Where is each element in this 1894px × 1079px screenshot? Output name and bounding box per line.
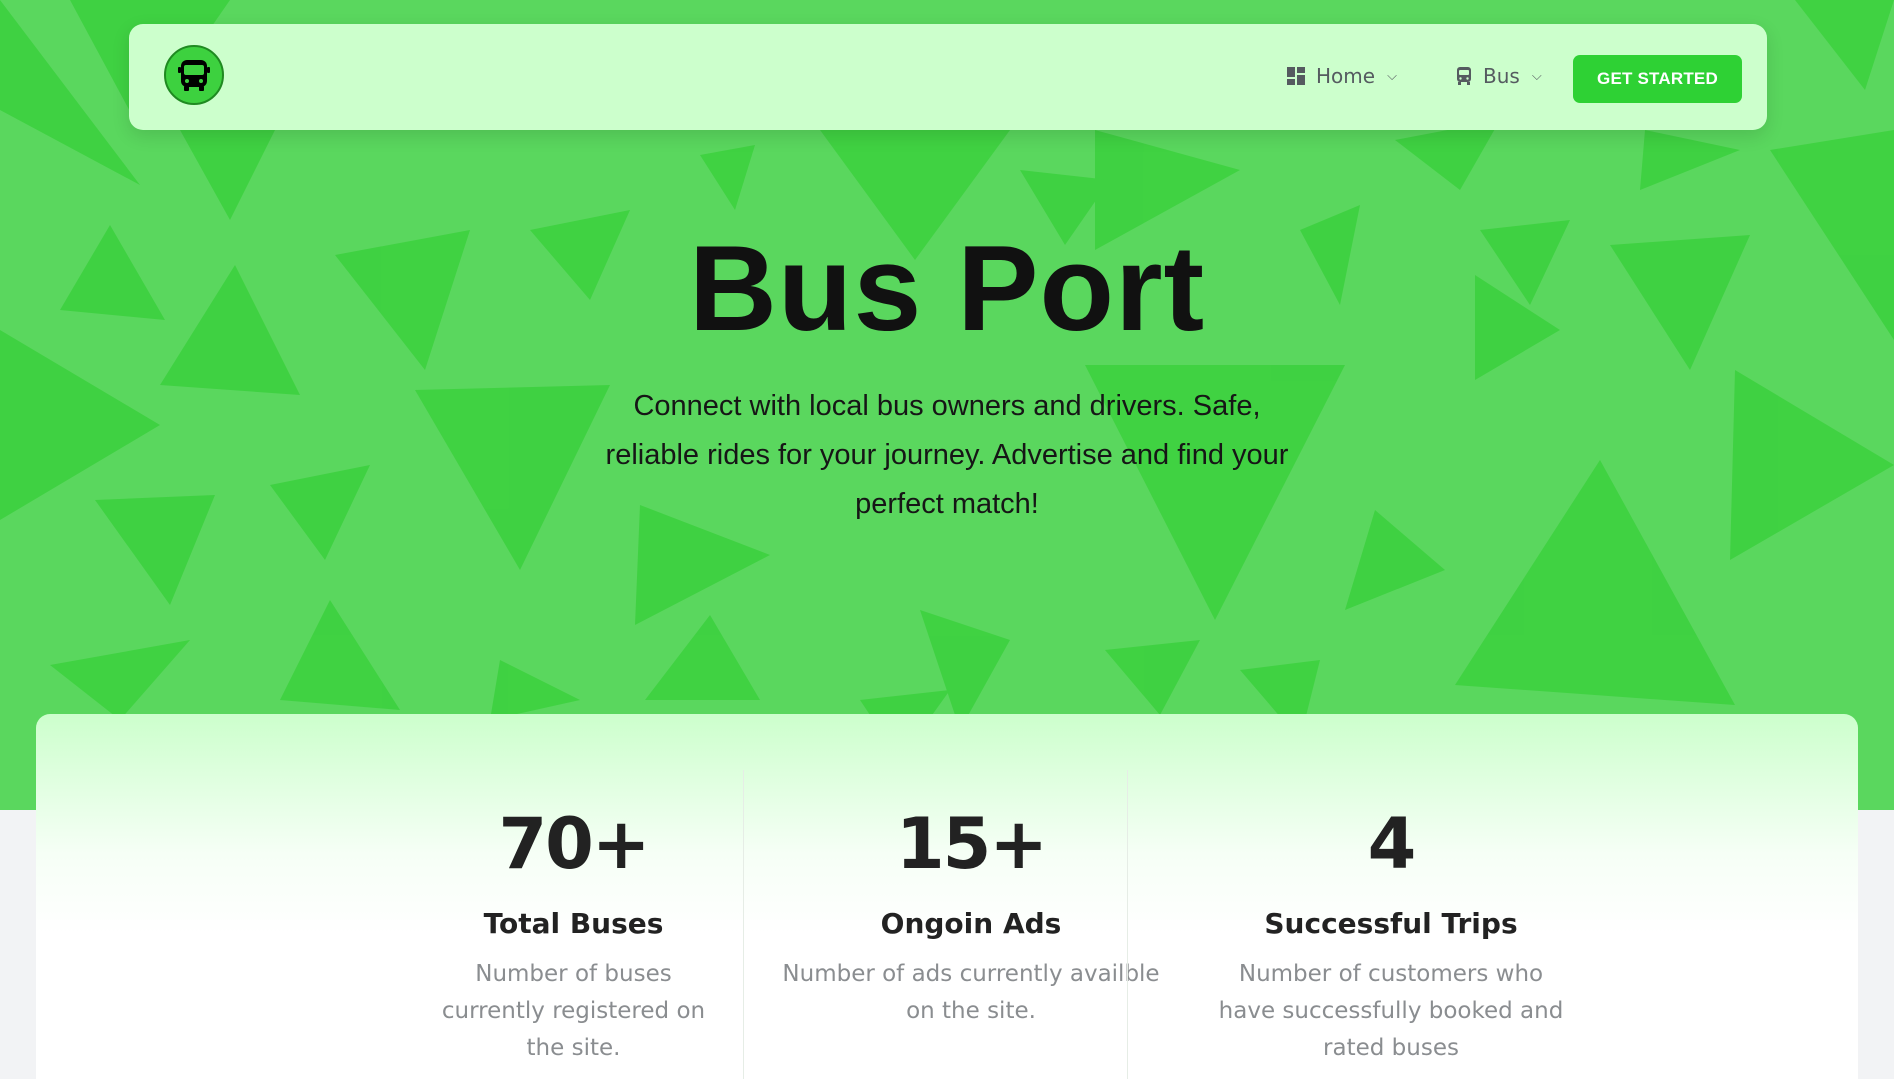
stats-panel: 70+ Total Buses Number of buses currentl… [36, 714, 1858, 1079]
get-started-button[interactable]: GET STARTED [1573, 55, 1742, 103]
bus-logo-icon[interactable] [164, 45, 224, 105]
stat-value: 70+ [498, 803, 650, 885]
stat-label: Ongoin Ads [880, 907, 1062, 940]
stat-divider [1127, 770, 1128, 1079]
chevron-down-icon: ⌵ [1531, 68, 1542, 84]
chevron-down-icon: ⌵ [1387, 68, 1397, 84]
nav-item-label: Home [1316, 64, 1376, 88]
hero-title: Bus Port [688, 220, 1206, 356]
stat-description: Number of ads currently availble on the … [782, 961, 1160, 1024]
bus-icon [1457, 67, 1471, 85]
nav-item-label: Bus [1483, 64, 1520, 88]
stat-successful-trips: 4 Successful Trips Number of customers w… [1166, 714, 1616, 1079]
hero-section: Home ⌵ Bus ⌵ GET STARTED Bus Port Connec… [0, 0, 1894, 810]
dashboard-icon [1287, 67, 1305, 85]
stat-ongoing-ads: 15+ Ongoin Ads Number of ads currently a… [766, 714, 1176, 1079]
stat-value: 4 [1367, 803, 1417, 885]
stat-label: Successful Trips [1264, 907, 1518, 940]
top-navbar: Home ⌵ Bus ⌵ GET STARTED [129, 24, 1767, 130]
hero-subtitle: Connect with local bus owners and driver… [605, 390, 1289, 520]
stat-description: Number of customers who have successfull… [1218, 961, 1564, 1061]
stat-label: Total Buses [483, 907, 664, 940]
stat-value: 15+ [895, 803, 1048, 885]
stat-divider [743, 770, 744, 1079]
nav-item-home[interactable]: Home ⌵ [1286, 64, 1397, 88]
stat-description: Number of buses currently registered on … [441, 961, 706, 1061]
stat-total-buses: 70+ Total Buses Number of buses currentl… [396, 714, 751, 1079]
nav-item-bus[interactable]: Bus ⌵ [1455, 64, 1542, 88]
